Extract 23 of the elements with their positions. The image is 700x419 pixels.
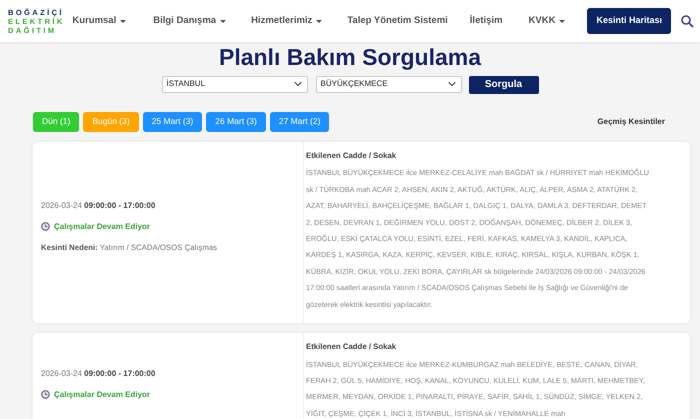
caret-icon — [220, 20, 226, 22]
nav-link[interactable]: Bilgi Danışma — [153, 14, 226, 28]
map-button[interactable]: Kesinti Haritası — [587, 8, 671, 34]
search-icon[interactable] — [681, 14, 694, 28]
status-text: Çalışmalar Devam Ediyor — [54, 220, 150, 233]
nav-link[interactable]: Hizmetlerimiz — [251, 14, 322, 28]
clock-icon — [41, 390, 50, 400]
nav-link[interactable]: Kurumsal — [72, 14, 126, 28]
outage-time: 2026-03-24 09:00:00 - 17:00:00 — [41, 368, 156, 380]
caret-icon — [120, 20, 126, 22]
nav-link[interactable]: İletişim — [470, 14, 503, 28]
outage-time: 2026-03-24 09:00:00 - 17:00:00 — [41, 200, 156, 212]
district-select[interactable]: BÜYÜKÇEKMECE — [316, 76, 462, 93]
nav-link[interactable]: KVKK — [528, 14, 566, 28]
nav-link[interactable]: Talep Yönetim Sistemi — [347, 14, 448, 28]
city-select[interactable]: İSTANBUL — [162, 76, 308, 93]
history-link[interactable]: Geçmiş Kesintiler — [597, 116, 665, 128]
caret-icon — [559, 20, 566, 22]
status-text: Çalışmalar Devam Ediyor — [54, 388, 150, 401]
query-button[interactable]: Sorgula — [468, 76, 538, 94]
caret-icon — [316, 20, 322, 22]
page-title: Planlı Bakım Sorgulama — [218, 44, 482, 72]
clock-icon — [41, 222, 50, 232]
